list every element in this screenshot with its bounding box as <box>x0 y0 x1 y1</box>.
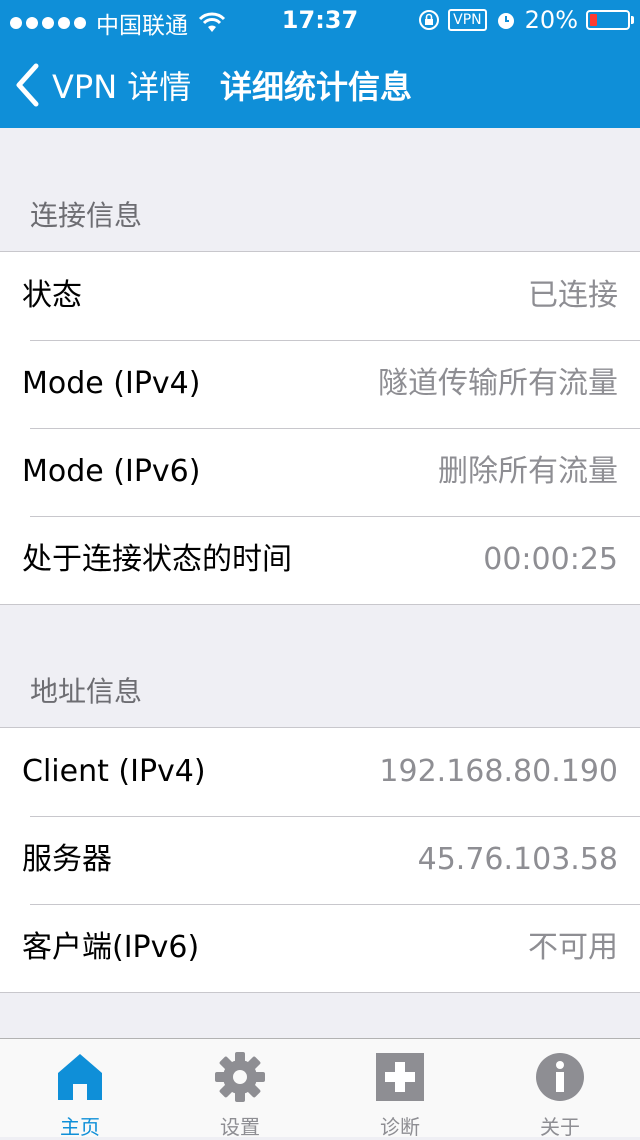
row-label: 服务器 <box>22 842 112 877</box>
header: 中国联通 17:37 VPN 20% VPN 详情 详细统计信息 <box>0 0 640 128</box>
row-label: 处于连接状态的时间 <box>22 542 292 577</box>
list-row-mode-ipv6: Mode (IPv6) 删除所有流量 <box>0 428 640 516</box>
tab-bar: 主页 设置 诊断 关于 <box>0 1038 640 1139</box>
row-value: 删除所有流量 <box>438 454 618 489</box>
row-label: Mode (IPv6) <box>22 454 201 489</box>
row-value: 隧道传输所有流量 <box>378 366 618 401</box>
battery-percent: 20% <box>524 6 578 34</box>
list-row-mode-ipv4: Mode (IPv4) 隧道传输所有流量 <box>0 340 640 428</box>
back-button-label: VPN 详情 <box>52 68 192 106</box>
plus-box-icon <box>376 1053 424 1101</box>
row-label: Client (IPv4) <box>22 754 206 789</box>
list-row-server: 服务器 45.76.103.58 <box>0 816 640 904</box>
section-header-address: 地址信息 <box>30 675 143 708</box>
status-bar-right: VPN 20% <box>418 6 634 34</box>
list-row-client-ipv6: 客户端(IPv6) 不可用 <box>0 904 640 992</box>
gear-icon <box>215 1052 265 1102</box>
tab-settings[interactable]: 设置 <box>160 1039 320 1139</box>
row-value: 45.76.103.58 <box>417 842 618 877</box>
list-row-connected-time: 处于连接状态的时间 00:00:25 <box>0 516 640 604</box>
chevron-left-icon <box>16 63 39 107</box>
row-label: Mode (IPv4) <box>22 366 201 401</box>
home-icon <box>58 1054 102 1100</box>
list-row-status: 状态 已连接 <box>0 252 640 340</box>
vpn-badge: VPN <box>448 9 487 31</box>
list-row-client-ipv4: Client (IPv4) 192.168.80.190 <box>0 728 640 816</box>
row-value: 192.168.80.190 <box>379 754 618 789</box>
connection-info-group: 状态 已连接 Mode (IPv4) 隧道传输所有流量 Mode (IPv6) … <box>0 251 640 605</box>
rotation-lock-icon <box>419 10 440 30</box>
tab-about[interactable]: 关于 <box>480 1039 640 1139</box>
section-header-connection: 连接信息 <box>30 199 143 232</box>
navigation-bar: VPN 详情 详细统计信息 <box>0 40 640 128</box>
tab-diagnostics[interactable]: 诊断 <box>320 1039 480 1139</box>
row-label: 状态 <box>22 278 82 313</box>
battery-icon <box>586 10 634 30</box>
row-label: 客户端(IPv6) <box>22 930 200 965</box>
back-button[interactable]: VPN 详情 <box>14 62 191 108</box>
tab-home[interactable]: 主页 <box>0 1039 160 1139</box>
status-bar: 中国联通 17:37 VPN 20% <box>0 0 640 40</box>
info-icon <box>536 1053 584 1101</box>
alarm-icon <box>497 13 514 29</box>
row-value: 已连接 <box>528 278 618 313</box>
address-info-group: Client (IPv4) 192.168.80.190 服务器 45.76.1… <box>0 727 640 993</box>
row-value: 00:00:25 <box>483 542 618 577</box>
battery-level <box>590 14 597 26</box>
row-value: 不可用 <box>528 930 618 965</box>
page-title: 详细统计信息 <box>220 68 413 106</box>
